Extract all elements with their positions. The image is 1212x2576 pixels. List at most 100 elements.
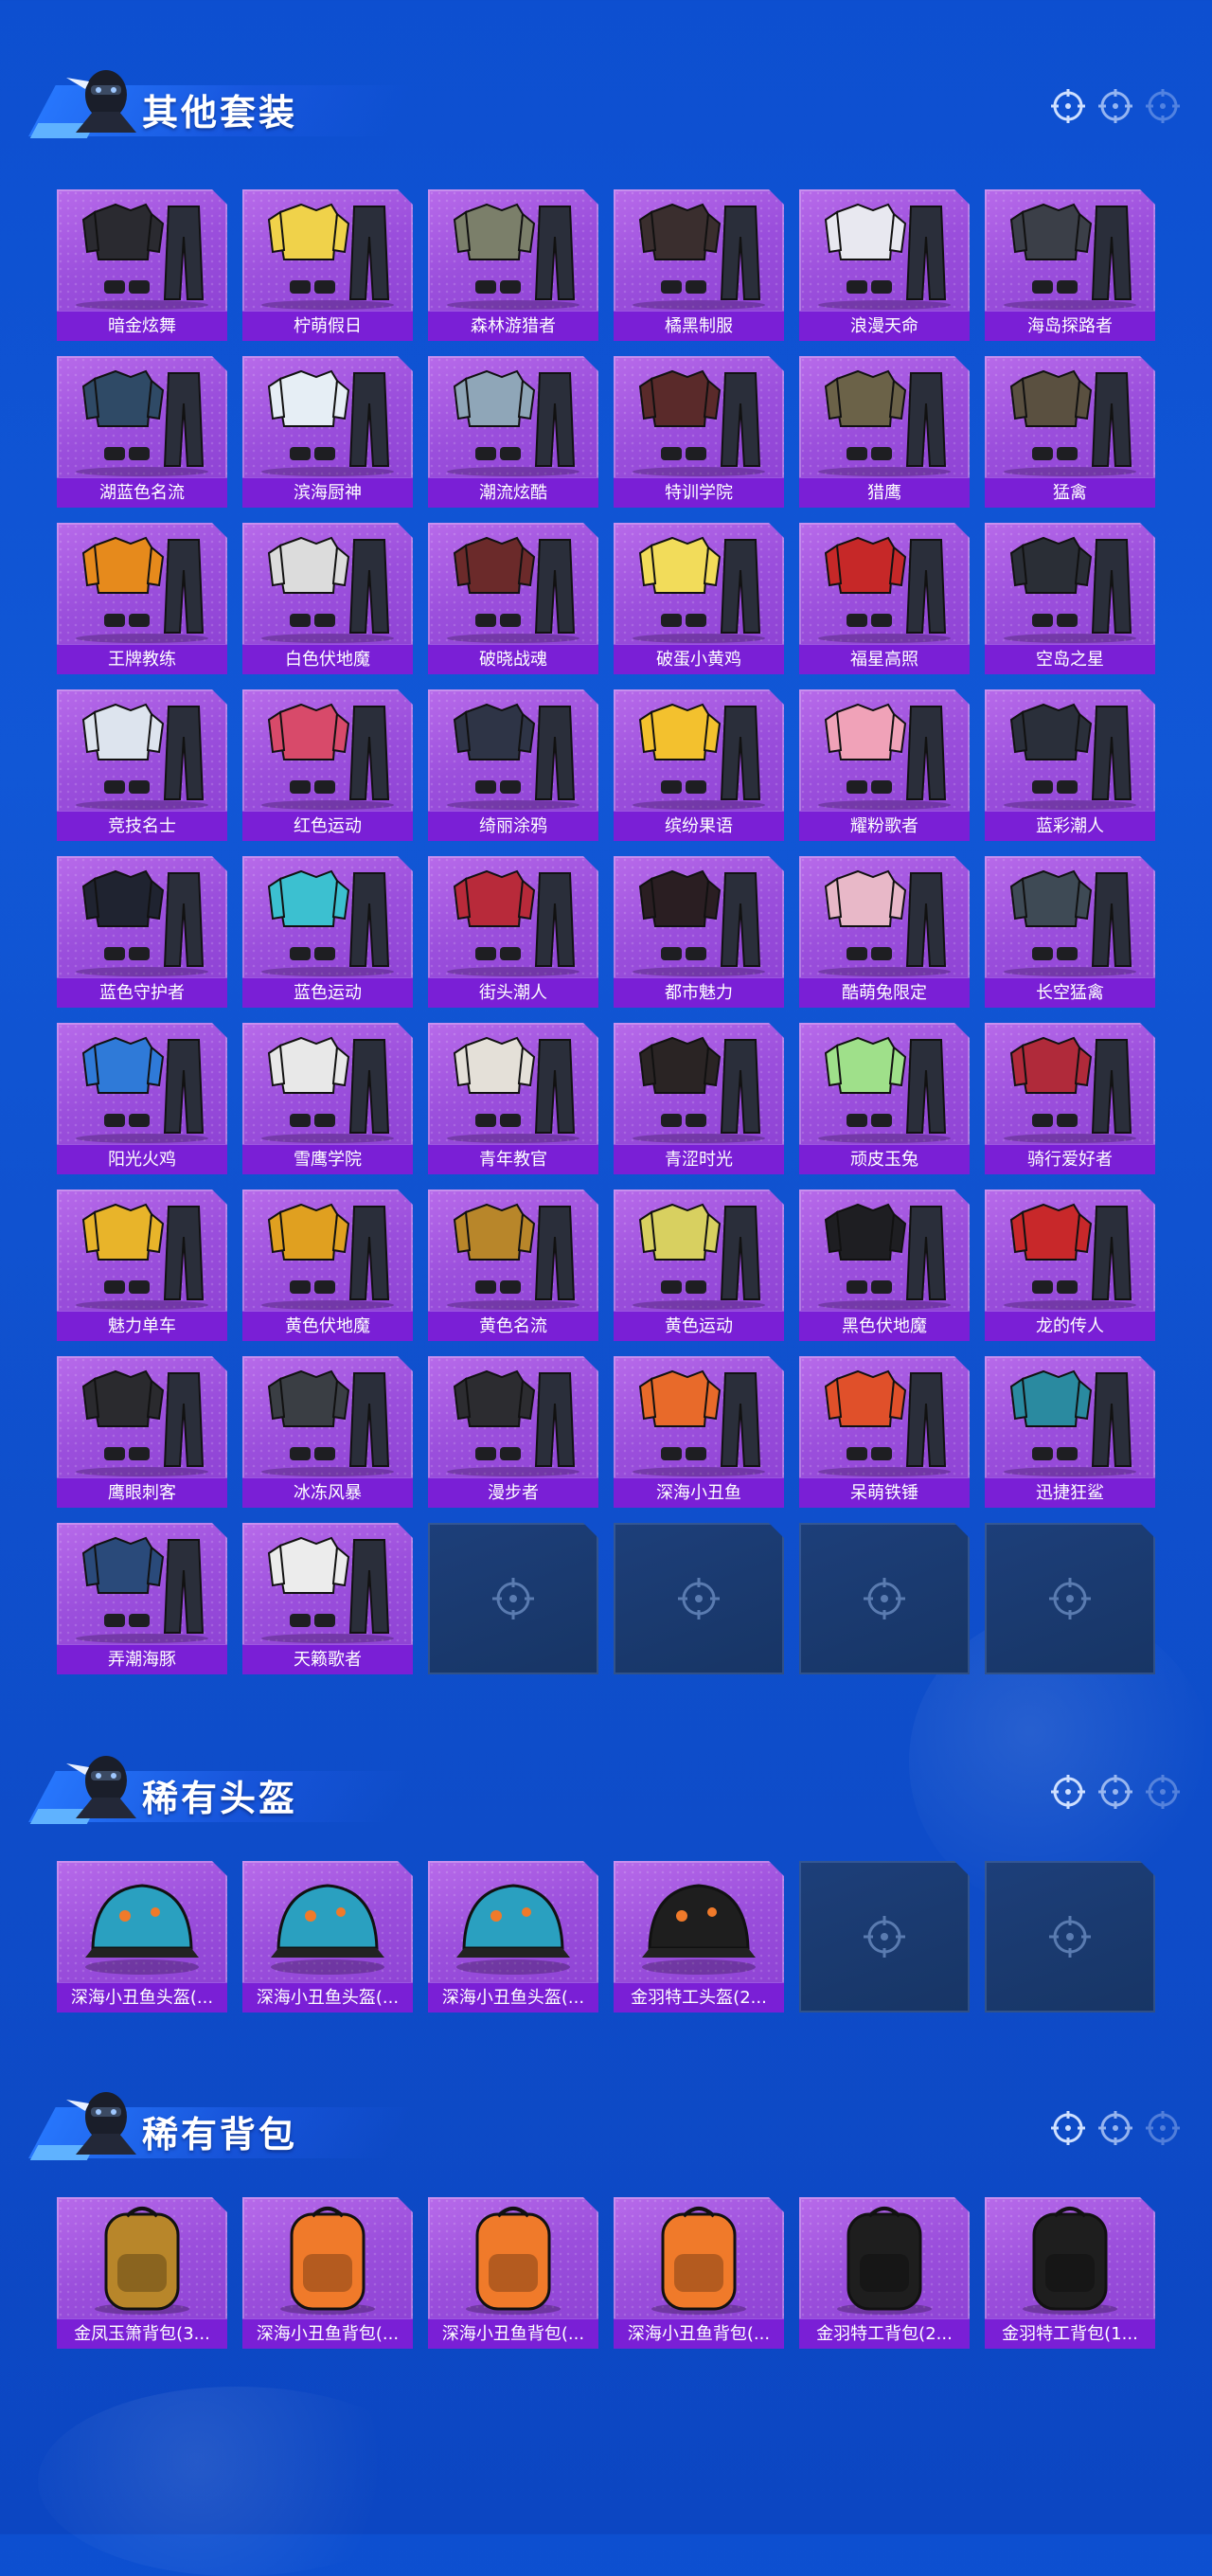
section-header: 稀有背包 (0, 2069, 1212, 2174)
item-card[interactable]: 王牌教练 (57, 523, 227, 674)
item-label: 黄色运动 (614, 1311, 784, 1341)
item-card[interactable]: 深海小丑鱼背包(... (242, 2197, 413, 2349)
crosshair-icon (1098, 2111, 1132, 2145)
item-card[interactable]: 青涩时光 (614, 1023, 784, 1174)
empty-slot (985, 1861, 1155, 2012)
item-card[interactable]: 街头潮人 (428, 856, 598, 1008)
item-label: 福星高照 (799, 644, 970, 674)
item-card[interactable]: 青年教官 (428, 1023, 598, 1174)
item-card[interactable]: 金羽特工背包(2... (799, 2197, 970, 2349)
item-label: 猛禽 (985, 477, 1155, 508)
item-card[interactable]: 暗金炫舞 (57, 189, 227, 341)
item-label: 蓝色守护者 (57, 977, 227, 1008)
item-card[interactable]: 蓝色运动 (242, 856, 413, 1008)
item-card[interactable]: 黄色伏地魔 (242, 1190, 413, 1341)
section-header: 稀有头盔 (0, 1733, 1212, 1837)
outfit-icon (614, 1023, 784, 1144)
item-card[interactable]: 金羽特工头盔(2... (614, 1861, 784, 2012)
helmet-icon (57, 1861, 227, 1982)
item-card[interactable]: 酷萌兔限定 (799, 856, 970, 1008)
empty-slot-icon (858, 1572, 911, 1625)
item-card[interactable]: 猎鹰 (799, 356, 970, 508)
outfit-icon (985, 1356, 1155, 1477)
item-card[interactable]: 深海小丑鱼背包(... (428, 2197, 598, 2349)
item-card[interactable]: 天籁歌者 (242, 1523, 413, 1674)
item-card[interactable]: 鹰眼刺客 (57, 1356, 227, 1508)
item-card[interactable]: 白色伏地魔 (242, 523, 413, 674)
item-card[interactable]: 滨海厨神 (242, 356, 413, 508)
item-card[interactable]: 黄色名流 (428, 1190, 598, 1341)
item-card[interactable]: 金羽特工背包(1... (985, 2197, 1155, 2349)
backpack-icon (242, 2197, 413, 2318)
outfit-icon (799, 189, 970, 311)
crosshair-icon (1146, 89, 1180, 123)
item-card[interactable]: 蓝色守护者 (57, 856, 227, 1008)
outfit-icon (428, 189, 598, 311)
item-card[interactable]: 骑行爱好者 (985, 1023, 1155, 1174)
outfit-icon (57, 189, 227, 311)
item-label: 雪鹰学院 (242, 1144, 413, 1174)
item-card[interactable]: 森林游猎者 (428, 189, 598, 341)
item-card[interactable]: 破晓战魂 (428, 523, 598, 674)
outfit-icon (799, 689, 970, 811)
parachute-decoration (38, 2387, 436, 2576)
item-card[interactable]: 竞技名士 (57, 689, 227, 841)
item-card[interactable]: 都市魅力 (614, 856, 784, 1008)
item-card[interactable]: 深海小丑鱼头盔(... (428, 1861, 598, 2012)
item-card[interactable]: 迅捷狂鲨 (985, 1356, 1155, 1508)
item-card[interactable]: 冰冻风暴 (242, 1356, 413, 1508)
item-card[interactable]: 深海小丑鱼头盔(... (242, 1861, 413, 2012)
item-label: 空岛之星 (985, 644, 1155, 674)
item-label: 湖蓝色名流 (57, 477, 227, 508)
crosshair-icon (1098, 1775, 1132, 1809)
item-card[interactable]: 耀粉歌者 (799, 689, 970, 841)
empty-slot-icon (1043, 1572, 1096, 1625)
item-card[interactable]: 金凤玉箫背包(3... (57, 2197, 227, 2349)
item-card[interactable]: 深海小丑鱼头盔(... (57, 1861, 227, 2012)
outfit-icon (614, 356, 784, 477)
item-label: 王牌教练 (57, 644, 227, 674)
section-icon-group (1047, 85, 1184, 127)
item-card[interactable]: 顽皮玉兔 (799, 1023, 970, 1174)
item-card[interactable]: 长空猛禽 (985, 856, 1155, 1008)
item-card[interactable]: 红色运动 (242, 689, 413, 841)
item-card[interactable]: 阳光火鸡 (57, 1023, 227, 1174)
item-card[interactable]: 深海小丑鱼 (614, 1356, 784, 1508)
outfit-icon (57, 1190, 227, 1311)
item-card[interactable]: 漫步者 (428, 1356, 598, 1508)
item-card[interactable]: 湖蓝色名流 (57, 356, 227, 508)
item-card[interactable]: 深海小丑鱼背包(... (614, 2197, 784, 2349)
item-card[interactable]: 潮流炫酷 (428, 356, 598, 508)
outfit-icon (428, 1190, 598, 1311)
item-label: 白色伏地魔 (242, 644, 413, 674)
outfit-icon (985, 1023, 1155, 1144)
item-grid: 金凤玉箫背包(3... 深海小丑鱼背包(... 深海小丑鱼背包(... 深海小丑… (57, 2197, 1155, 2349)
item-card[interactable]: 猛禽 (985, 356, 1155, 508)
item-card[interactable]: 空岛之星 (985, 523, 1155, 674)
item-label: 破蛋小黄鸡 (614, 644, 784, 674)
item-card[interactable]: 福星高照 (799, 523, 970, 674)
item-card[interactable]: 龙的传人 (985, 1190, 1155, 1341)
item-card[interactable]: 浪漫天命 (799, 189, 970, 341)
mascot-icon (66, 2092, 136, 2155)
section-title: 其他套装 (142, 92, 298, 134)
item-card[interactable]: 雪鹰学院 (242, 1023, 413, 1174)
item-label: 滨海厨神 (242, 477, 413, 508)
item-card[interactable]: 橘黑制服 (614, 189, 784, 341)
item-card[interactable]: 黑色伏地魔 (799, 1190, 970, 1341)
helmet-icon (428, 1861, 598, 1982)
item-card[interactable]: 特训学院 (614, 356, 784, 508)
item-card[interactable]: 弄潮海豚 (57, 1523, 227, 1674)
item-card[interactable]: 黄色运动 (614, 1190, 784, 1341)
item-card[interactable]: 柠萌假日 (242, 189, 413, 341)
item-card[interactable]: 蓝彩潮人 (985, 689, 1155, 841)
item-card[interactable]: 呆萌铁锤 (799, 1356, 970, 1508)
item-card[interactable]: 缤纷果语 (614, 689, 784, 841)
item-grid: 暗金炫舞 柠萌假日 森林游猎者 橘黑制服 浪漫天命 海岛探路者 湖蓝色名流 滨海… (57, 189, 1155, 1674)
item-card[interactable]: 绮丽涂鸦 (428, 689, 598, 841)
item-card[interactable]: 海岛探路者 (985, 189, 1155, 341)
item-card[interactable]: 破蛋小黄鸡 (614, 523, 784, 674)
outfit-icon (57, 1523, 227, 1644)
section-header: 其他套装 (0, 47, 1212, 152)
item-card[interactable]: 魅力单车 (57, 1190, 227, 1341)
